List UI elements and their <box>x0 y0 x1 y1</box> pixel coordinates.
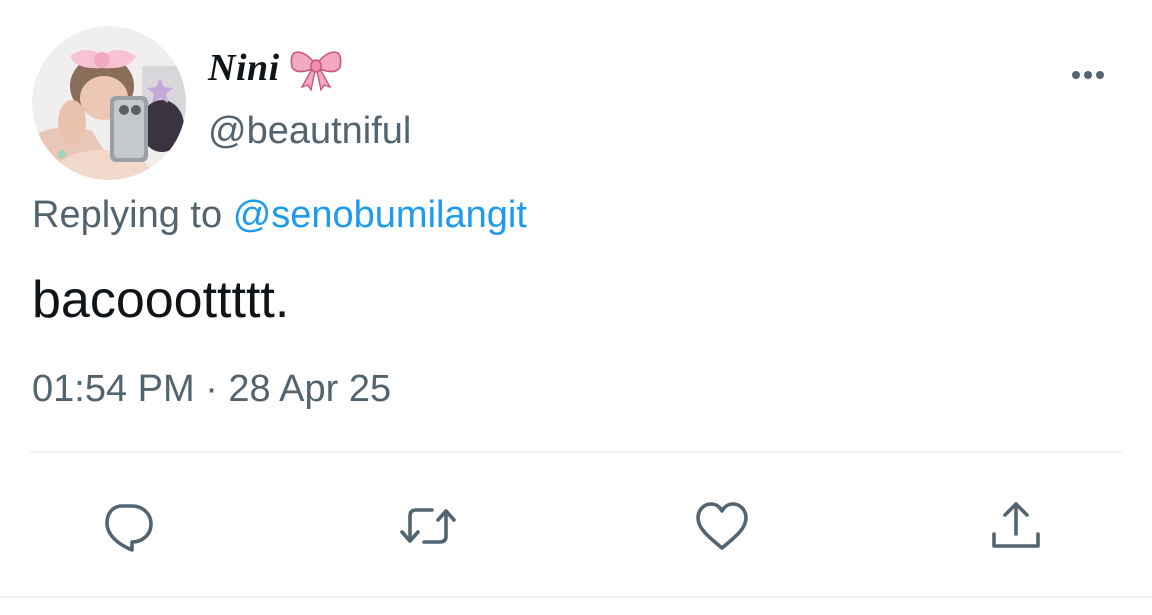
tweet-timestamp[interactable]: 01:54 PM · 28 Apr 25 <box>32 368 391 411</box>
retweet-icon <box>400 508 456 544</box>
like-button[interactable] <box>690 494 754 558</box>
avatar-image <box>32 26 186 180</box>
retweet-button[interactable] <box>396 494 460 558</box>
display-name-text: Nini <box>208 47 280 89</box>
share-icon <box>992 502 1040 548</box>
reply-context: Replying to @senobumilangit <box>32 194 527 237</box>
bottom-divider <box>0 596 1152 598</box>
reply-context-prefix: Replying to <box>32 194 223 236</box>
tweet-text: bacooottttt. <box>32 271 290 329</box>
heart-icon <box>696 502 748 550</box>
reply-bubble-icon <box>105 504 153 552</box>
divider <box>30 451 1122 453</box>
avatar[interactable] <box>32 26 186 180</box>
reply-mention-link[interactable]: @senobumilangit <box>233 194 527 236</box>
author-handle[interactable]: @beautniful <box>208 110 411 153</box>
reply-button[interactable] <box>96 494 160 558</box>
more-options-button[interactable] <box>1066 62 1110 88</box>
ribbon-icon <box>290 51 342 91</box>
share-button[interactable] <box>984 494 1048 558</box>
more-horizontal-icon <box>1072 71 1104 79</box>
author-display-name[interactable]: Nini <box>208 42 342 94</box>
